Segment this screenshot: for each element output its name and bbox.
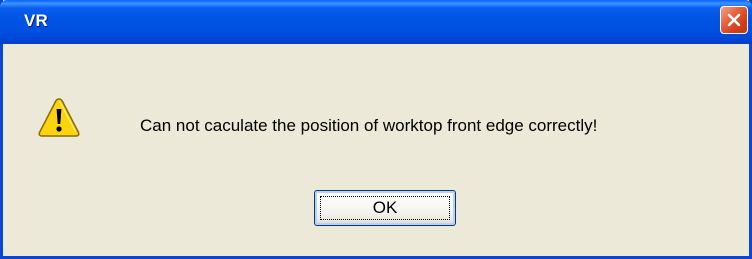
- dialog-window: VR Can not caculate the position of work…: [0, 0, 752, 259]
- dialog-message: Can not caculate the position of worktop…: [140, 116, 598, 135]
- ok-button-label: OK: [372, 198, 398, 217]
- close-button[interactable]: [720, 6, 748, 34]
- title-bar[interactable]: VR: [0, 0, 752, 44]
- close-icon: [727, 13, 741, 27]
- dialog-body: Can not caculate the position of worktop…: [3, 44, 749, 256]
- warning-icon: [38, 98, 80, 137]
- ok-button[interactable]: OK: [314, 190, 456, 226]
- window-title: VR: [24, 11, 49, 30]
